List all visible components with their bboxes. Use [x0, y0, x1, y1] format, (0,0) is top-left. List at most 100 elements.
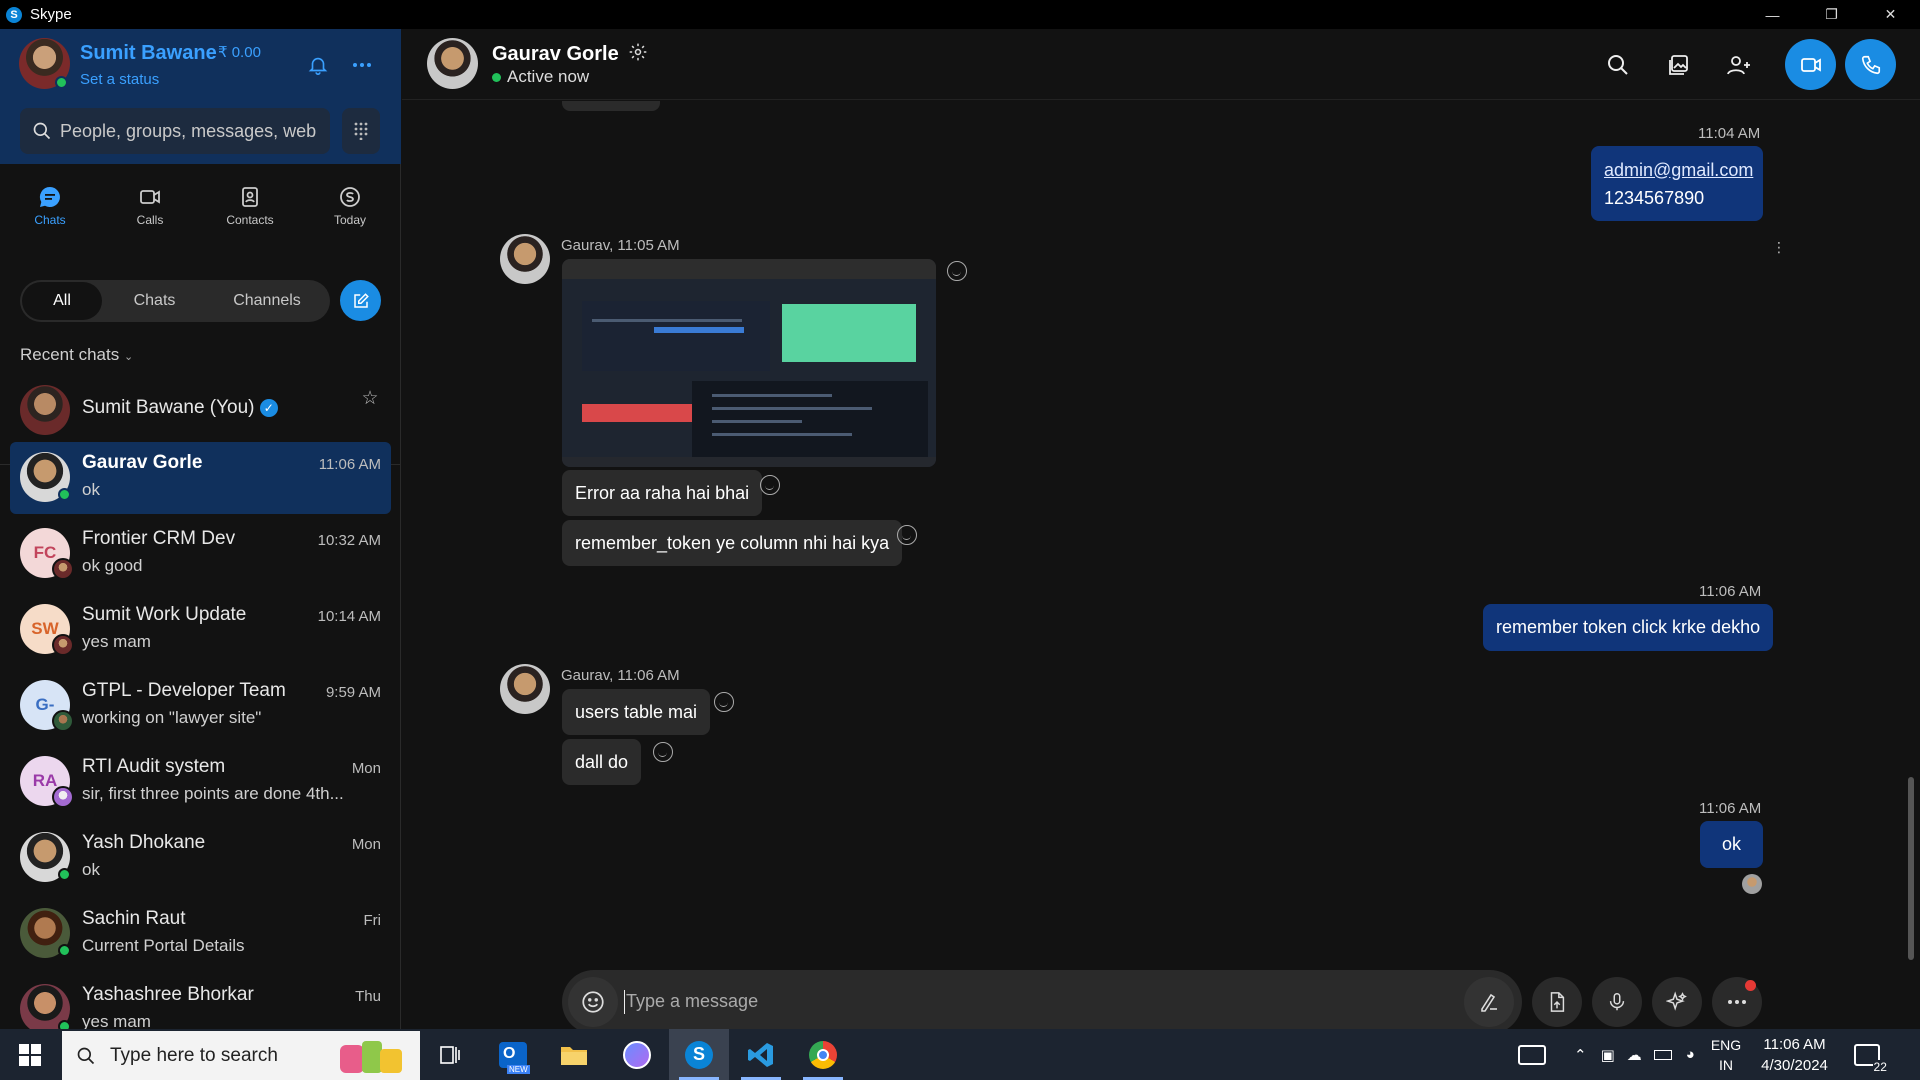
chat-item-sumit-work-update[interactable]: SW Sumit Work Update yes mam 10:14 AM: [10, 594, 391, 666]
avatar: [20, 984, 71, 1029]
dialpad-icon[interactable]: [342, 108, 380, 154]
add-reaction-icon[interactable]: [760, 475, 780, 495]
vscode-app-icon[interactable]: [731, 1029, 791, 1080]
tab-chats[interactable]: Chats: [0, 179, 100, 259]
contact-avatar[interactable]: [427, 38, 478, 89]
more-options-icon[interactable]: [346, 49, 378, 81]
chat-name: Sumit Work Update: [82, 604, 247, 625]
add-person-icon[interactable]: [1715, 41, 1763, 89]
chat-name: Frontier CRM Dev: [82, 528, 236, 549]
online-indicator: [58, 944, 71, 957]
message-bubble-in[interactable]: users table mai: [562, 689, 711, 735]
more-options-icon: [1728, 1000, 1746, 1004]
tab-chats-label: Chats: [34, 213, 66, 227]
chat-name: GTPL - Developer Team: [82, 680, 286, 701]
outlook-app-icon[interactable]: O NEW: [483, 1029, 543, 1080]
message-bubble-in[interactable]: dall do: [562, 739, 642, 785]
image-error-panel: [582, 301, 770, 371]
online-indicator: [55, 76, 68, 89]
email-link[interactable]: admin@gmail.com: [1604, 156, 1753, 184]
profile-name[interactable]: Sumit Bawane: [80, 42, 217, 65]
chat-item-sachin-raut[interactable]: Sachin Raut Current Portal Details Fri: [10, 898, 391, 970]
meet-camera-icon[interactable]: ▣: [1601, 1046, 1615, 1064]
more-composer-options[interactable]: [1712, 970, 1762, 1034]
new-chat-button[interactable]: [340, 280, 381, 321]
message-bubble-in[interactable]: remember_token ye column nhi hai kya: [562, 520, 903, 566]
chrome-app-icon[interactable]: [793, 1029, 853, 1080]
contact-name[interactable]: Gaurav Gorle: [492, 42, 648, 66]
chevron-up-icon[interactable]: ⌃: [1574, 1046, 1587, 1064]
format-text-icon[interactable]: [1464, 977, 1514, 1027]
message-composer[interactable]: Type a message: [562, 970, 1522, 1034]
presence-dot: [492, 72, 501, 82]
chat-bubble-icon: [39, 186, 60, 207]
gallery-icon[interactable]: [1655, 41, 1703, 89]
battery-icon[interactable]: [1653, 1049, 1672, 1060]
message-options-icon[interactable]: ⋮: [1772, 237, 1786, 257]
profile-avatar[interactable]: [19, 38, 70, 89]
chat-item-rti-audit-system[interactable]: RA RTI Audit system sir, first three poi…: [10, 746, 391, 818]
add-reaction-icon[interactable]: [653, 742, 673, 762]
gear-icon[interactable]: [628, 42, 648, 62]
recent-chats-label: Recent chats: [20, 345, 120, 364]
news-widget-icon[interactable]: [1518, 1044, 1546, 1065]
audio-call-button[interactable]: [1845, 39, 1896, 90]
pinned-self-chat[interactable]: Sumit Bawane (You) ✓ ☆: [10, 375, 391, 447]
file-explorer-icon[interactable]: [544, 1029, 604, 1080]
message-bubble-out[interactable]: admin@gmail.com 1234567890: [1591, 146, 1763, 221]
chat-preview: yes mam: [82, 632, 151, 651]
notification-center-icon[interactable]: 22: [1853, 1043, 1888, 1074]
image-code-line: [712, 433, 852, 436]
add-reaction-icon[interactable]: [714, 692, 734, 712]
filter-chats[interactable]: Chats: [102, 282, 207, 320]
star-icon[interactable]: ☆: [359, 387, 381, 409]
add-reaction-icon[interactable]: [947, 261, 967, 281]
close-button[interactable]: ✕: [1861, 0, 1920, 29]
sender-avatar[interactable]: [500, 664, 550, 714]
message-bubble-out[interactable]: ok: [1700, 821, 1763, 868]
scrollbar[interactable]: [1908, 777, 1914, 960]
filter-all[interactable]: All: [22, 282, 102, 320]
emoji-icon[interactable]: [568, 977, 618, 1027]
search-in-chat-icon[interactable]: [1594, 41, 1642, 89]
chat-item-yashashree-bhorkar[interactable]: Yashashree Bhorkar yes mam Thu: [10, 974, 391, 1029]
tab-contacts[interactable]: Contacts: [200, 179, 300, 259]
sender-avatar[interactable]: [500, 234, 550, 284]
chevron-down-icon: ⌄: [123, 351, 134, 363]
message-bubble-out[interactable]: remember token click krke dekho: [1483, 604, 1774, 651]
search-input[interactable]: People, groups, messages, web: [20, 108, 330, 154]
image-attachment[interactable]: [562, 259, 936, 467]
wifi-icon[interactable]: ◕: [1686, 1046, 1695, 1063]
set-status-link[interactable]: Set a status: [80, 71, 159, 88]
chat-item-frontier-crm-dev[interactable]: FC Frontier CRM Dev ok good 10:32 AM: [10, 518, 391, 590]
filter-channels[interactable]: Channels: [207, 282, 327, 320]
message-bubble-partial[interactable]: [562, 101, 660, 111]
record-audio-button[interactable]: [1592, 970, 1642, 1034]
messenger-app-icon[interactable]: [607, 1029, 667, 1080]
start-button[interactable]: [0, 1029, 60, 1080]
recent-chats-header[interactable]: Recent chats ⌄: [20, 345, 133, 365]
avatar: [20, 452, 71, 502]
skype-credit[interactable]: ₹ 0.00: [218, 43, 261, 61]
task-view-icon[interactable]: [420, 1029, 480, 1080]
restore-button[interactable]: ❐: [1802, 0, 1861, 29]
taskbar-search[interactable]: Type here to search: [62, 1031, 420, 1080]
video-call-button[interactable]: [1785, 39, 1836, 90]
clock[interactable]: 11:06 AM 4/30/2024: [1761, 1034, 1828, 1076]
add-reaction-icon[interactable]: [897, 525, 917, 545]
skype-taskbar-icon[interactable]: S: [669, 1029, 729, 1080]
onedrive-cloud-icon[interactable]: ☁: [1627, 1046, 1642, 1064]
tab-calls[interactable]: Calls: [100, 179, 200, 259]
chat-item-gtpl-developer-team[interactable]: G- GTPL - Developer Team working on "law…: [10, 670, 391, 742]
notifications-bell-icon[interactable]: [302, 49, 334, 81]
language-indicator[interactable]: ENG IN: [1711, 1035, 1741, 1075]
search-placeholder: People, groups, messages, web: [60, 120, 317, 141]
message-bubble-in[interactable]: Error aa raha hai bhai: [562, 470, 763, 516]
ai-sparkle-button[interactable]: [1652, 970, 1702, 1034]
avatar-initials: G-: [35, 695, 55, 714]
minimize-button[interactable]: —: [1743, 0, 1802, 29]
send-file-button[interactable]: [1532, 970, 1582, 1034]
tab-today[interactable]: Today: [300, 179, 400, 259]
chat-item-gaurav-gorle[interactable]: Gaurav Gorle ok 11:06 AM: [10, 442, 391, 514]
chat-item-yash-dhokane[interactable]: Yash Dhokane ok Mon: [10, 822, 391, 894]
